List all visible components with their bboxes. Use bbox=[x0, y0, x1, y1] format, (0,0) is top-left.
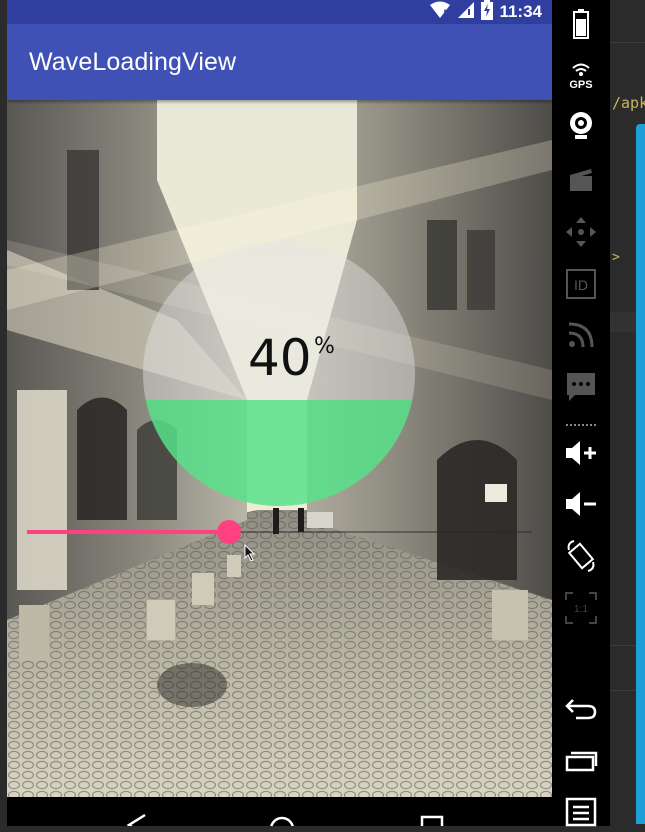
app-title: WaveLoadingView bbox=[29, 48, 237, 76]
video-icon[interactable] bbox=[552, 160, 610, 200]
ide-editor-edge: /apk > bbox=[610, 0, 645, 826]
battery-icon[interactable] bbox=[552, 4, 610, 44]
volume-down-icon[interactable] bbox=[552, 484, 610, 524]
status-bar: ! 11:34 bbox=[7, 0, 552, 24]
wifi-icon: ! bbox=[429, 1, 451, 24]
editor-text: > bbox=[612, 250, 620, 265]
gps-label: GPS bbox=[569, 79, 592, 91]
back-icon[interactable] bbox=[552, 688, 610, 728]
dpad-icon[interactable] bbox=[552, 212, 610, 252]
device-screen: ! 11:34 WaveLoadingView 40 % bbox=[7, 0, 552, 826]
editor-scrollbar[interactable] bbox=[636, 124, 645, 824]
app-bar: WaveLoadingView bbox=[7, 24, 552, 100]
volume-up-icon[interactable] bbox=[552, 433, 610, 473]
progress-seekbar[interactable] bbox=[27, 518, 532, 546]
wave-loading-view: 40 % bbox=[143, 241, 415, 506]
rss-icon[interactable] bbox=[552, 315, 610, 355]
wave-progress-label: 40 % bbox=[143, 241, 415, 506]
percent-sign: % bbox=[314, 334, 335, 359]
battery-charging-icon bbox=[481, 0, 494, 25]
scale-icon[interactable]: 1:1 bbox=[552, 588, 610, 628]
navigation-bar bbox=[7, 797, 552, 826]
camera-icon[interactable] bbox=[552, 106, 610, 146]
signal-icon bbox=[457, 1, 475, 24]
id-label: ID bbox=[574, 277, 588, 293]
emulator-side-panel: GPS ID 1:1 bbox=[552, 0, 610, 827]
scale-label: 1:1 bbox=[574, 604, 588, 615]
progress-value: 40 bbox=[248, 329, 312, 387]
editor-divider bbox=[610, 42, 645, 43]
sms-icon[interactable] bbox=[552, 367, 610, 407]
editor-text: /apk bbox=[612, 94, 645, 112]
content-area: 40 % bbox=[7, 100, 552, 797]
seekbar-thumb[interactable] bbox=[217, 520, 241, 544]
recents-icon[interactable] bbox=[412, 797, 452, 826]
seekbar-progress bbox=[27, 530, 229, 534]
status-time: 11:34 bbox=[499, 2, 542, 21]
panel-divider bbox=[566, 424, 596, 426]
gps-icon[interactable]: GPS bbox=[552, 55, 610, 95]
svg-text:!: ! bbox=[443, 9, 447, 19]
menu-icon[interactable] bbox=[552, 792, 610, 832]
mouse-cursor-icon bbox=[244, 544, 256, 562]
back-icon[interactable] bbox=[117, 797, 157, 826]
rotate-icon[interactable] bbox=[552, 536, 610, 576]
home-icon[interactable] bbox=[262, 797, 302, 826]
recents-icon[interactable] bbox=[552, 740, 610, 780]
id-icon[interactable]: ID bbox=[552, 264, 610, 304]
